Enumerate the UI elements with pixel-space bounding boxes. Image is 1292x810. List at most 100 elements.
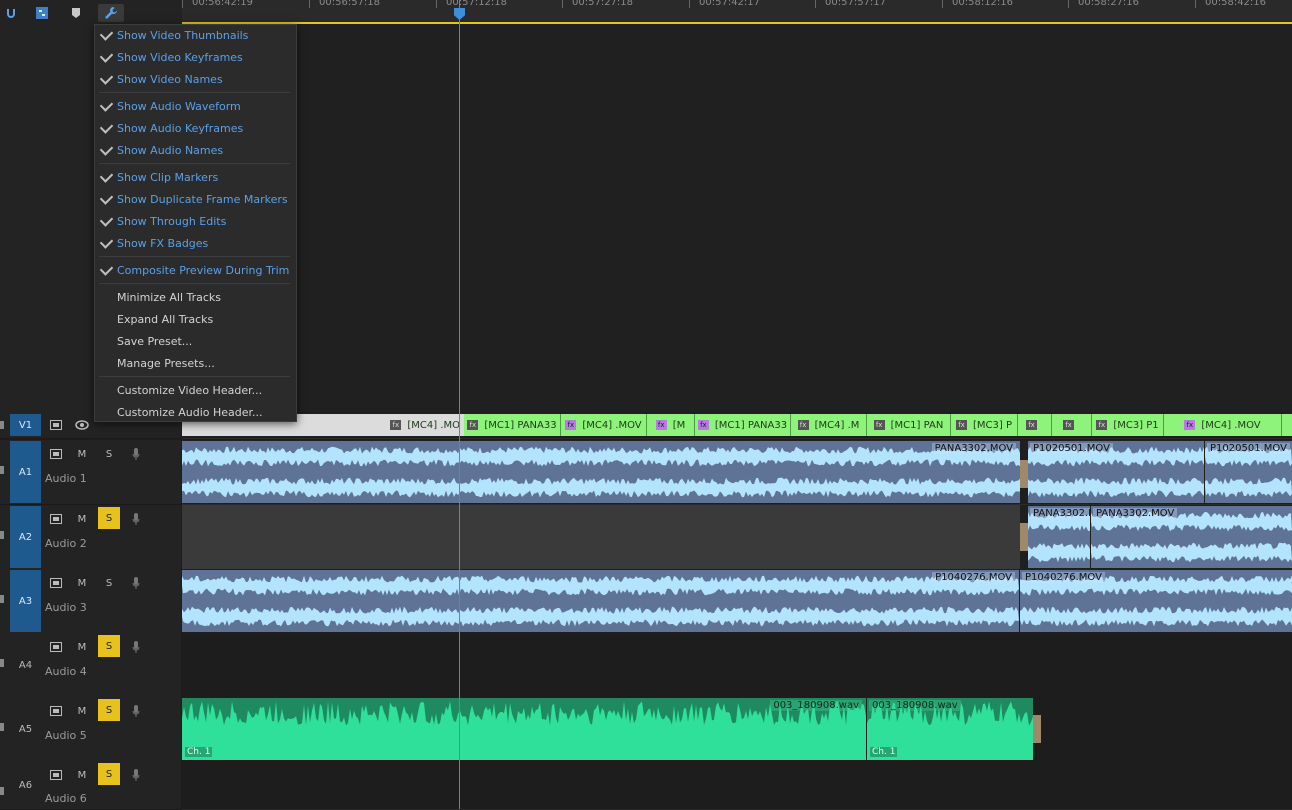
add-marker-icon[interactable] — [67, 4, 85, 22]
track-lane-a1[interactable]: PANA3302.MOV P1020501.MOV P1020501.MOV — [182, 440, 1292, 505]
solo-button[interactable]: S — [98, 699, 120, 721]
menu-item-show-through-edits[interactable]: Show Through Edits — [95, 211, 294, 233]
track-lane-v1[interactable]: fx [MC4] .MO fx [MC1] PANA33 fx [MC4] .MOV … — [182, 412, 1292, 439]
eye-icon[interactable] — [71, 414, 93, 436]
sync-lock-icon[interactable] — [45, 636, 67, 658]
microphone-icon[interactable] — [125, 636, 147, 658]
microphone-icon[interactable] — [125, 508, 147, 530]
microphone-icon[interactable] — [125, 764, 147, 786]
track-lane-a6[interactable] — [182, 761, 1292, 810]
wrench-icon[interactable] — [98, 4, 124, 22]
track-target-a4[interactable]: A4 — [10, 634, 41, 696]
empty-gap[interactable] — [182, 505, 1020, 569]
menu-item-expand-all-tracks[interactable]: Expand All Tracks — [95, 309, 294, 331]
video-clip[interactable]: fx [MC1] PANA33 — [464, 414, 561, 436]
video-clip[interactable]: fx [MC3] P — [951, 414, 1018, 436]
lock-icon[interactable] — [0, 531, 4, 539]
mute-button[interactable]: M — [71, 572, 93, 594]
track-header-a5[interactable]: A5 M S Audio 5 — [0, 697, 181, 762]
track-lane-a2[interactable]: PANA3302.M PANA3302.MOV — [182, 505, 1292, 570]
sync-lock-icon[interactable] — [45, 764, 67, 786]
track-header-a1[interactable]: A1 M S Audio 1 — [0, 440, 181, 505]
video-clip[interactable]: fx [MC1] PAN — [867, 414, 951, 436]
menu-item-show-duplicate-frame-markers[interactable]: Show Duplicate Frame Markers — [95, 189, 294, 211]
sync-lock-icon[interactable] — [45, 508, 67, 530]
sync-lock-icon[interactable] — [45, 572, 67, 594]
sync-lock-icon[interactable] — [45, 414, 67, 436]
sync-lock-icon[interactable] — [45, 443, 67, 465]
mute-button[interactable]: M — [71, 700, 93, 722]
mute-button[interactable]: M — [71, 764, 93, 786]
menu-item-show-video-names[interactable]: Show Video Names — [95, 69, 294, 91]
mute-button[interactable]: M — [71, 636, 93, 658]
audio-clip[interactable]: 003_180908.wav Ch. 1 — [182, 698, 866, 760]
playhead[interactable] — [459, 0, 460, 809]
microphone-icon[interactable] — [125, 572, 147, 594]
lock-icon[interactable] — [0, 466, 4, 474]
linked-selection-icon[interactable] — [33, 4, 51, 22]
audio-clip[interactable]: P1040276.MOV — [182, 570, 1019, 632]
track-target-a3[interactable]: A3 — [10, 570, 41, 632]
menu-item-show-fx-badges[interactable]: Show FX Badges — [95, 233, 294, 255]
lock-icon[interactable] — [0, 787, 4, 795]
clip-marker[interactable] — [1033, 715, 1041, 743]
audio-clip[interactable]: PANA3302.MOV — [1091, 506, 1292, 568]
menu-item-manage-presets[interactable]: Manage Presets... — [95, 353, 294, 375]
video-clip[interactable]: fx — [1052, 414, 1092, 436]
time-ruler[interactable]: 00:56:42:19 00:56:57:18 00:57:12:18 00:5… — [182, 0, 1292, 24]
menu-item-show-audio-keyframes[interactable]: Show Audio Keyframes — [95, 118, 294, 140]
solo-button[interactable]: S — [98, 763, 120, 785]
video-clip[interactable] — [1282, 414, 1292, 436]
menu-item-show-video-keyframes[interactable]: Show Video Keyframes — [95, 47, 294, 69]
solo-button[interactable]: S — [98, 507, 120, 529]
video-clip[interactable]: fx [MC1] PANA33 — [695, 414, 791, 436]
menu-item-composite-preview-during-trim[interactable]: Composite Preview During Trim — [95, 260, 294, 282]
sync-lock-icon[interactable] — [45, 700, 67, 722]
solo-button[interactable]: S — [98, 572, 120, 594]
lock-icon[interactable] — [0, 595, 4, 603]
audio-clip[interactable]: PANA3302.MOV — [182, 441, 1020, 503]
audio-clip[interactable]: P1040276.MOV — [1020, 570, 1292, 632]
track-target-a5[interactable]: A5 — [10, 698, 41, 760]
track-lane-a3[interactable]: P1040276.MOV P1040276.MOV — [182, 569, 1292, 634]
track-target-a6[interactable]: A6 — [10, 762, 41, 808]
video-clip[interactable]: fx [MC3] P1 — [1092, 414, 1164, 436]
menu-item-minimize-all-tracks[interactable]: Minimize All Tracks — [95, 287, 294, 309]
timeline-empty-area[interactable] — [182, 24, 1292, 412]
audio-clip[interactable]: PANA3302.M — [1028, 506, 1090, 568]
menu-item-show-video-thumbnails[interactable]: Show Video Thumbnails — [95, 25, 294, 47]
track-target-v1[interactable]: V1 — [10, 414, 41, 436]
audio-clip[interactable]: P1020501.MOV — [1028, 441, 1204, 503]
track-header-a2[interactable]: A2 M S Audio 2 — [0, 505, 181, 570]
track-header-a4[interactable]: A4 M S Audio 4 — [0, 633, 181, 698]
menu-item-show-audio-waveform[interactable]: Show Audio Waveform — [95, 96, 294, 118]
microphone-icon[interactable] — [125, 700, 147, 722]
lock-icon[interactable] — [0, 421, 4, 429]
menu-item-save-preset[interactable]: Save Preset... — [95, 331, 294, 353]
clip-marker[interactable] — [1020, 460, 1028, 488]
track-header-a3[interactable]: A3 M S Audio 3 — [0, 569, 181, 634]
mute-button[interactable]: M — [71, 443, 93, 465]
clip-marker[interactable] — [1020, 523, 1028, 551]
video-clip[interactable]: fx [M — [647, 414, 695, 436]
video-clip[interactable]: fx — [1018, 414, 1052, 436]
track-target-a2[interactable]: A2 — [10, 506, 41, 568]
menu-item-show-audio-names[interactable]: Show Audio Names — [95, 140, 294, 162]
menu-item-customize-video-header[interactable]: Customize Video Header... — [95, 380, 294, 402]
track-lane-a4[interactable] — [182, 633, 1292, 698]
video-clip[interactable]: fx [MC4] .MOV — [1164, 414, 1282, 436]
track-header-a6[interactable]: A6 M S Audio 6 — [0, 761, 181, 810]
snap-icon[interactable] — [2, 4, 20, 22]
lock-icon[interactable] — [0, 723, 4, 731]
video-clip[interactable]: fx [MC4] .MOV — [561, 414, 647, 436]
track-lane-a5[interactable]: 003_180908.wav Ch. 1 003_180908.wav Ch. … — [182, 697, 1292, 762]
track-target-a1[interactable]: A1 — [10, 441, 41, 503]
video-clip[interactable]: fx [MC4] .M — [791, 414, 867, 436]
audio-clip[interactable]: 003_180908.wav Ch. 1 — [867, 698, 1033, 760]
lock-icon[interactable] — [0, 659, 4, 667]
microphone-icon[interactable] — [125, 443, 147, 465]
solo-button[interactable]: S — [98, 443, 120, 465]
solo-button[interactable]: S — [98, 635, 120, 657]
menu-item-customize-audio-header[interactable]: Customize Audio Header... — [95, 402, 294, 424]
menu-item-show-clip-markers[interactable]: Show Clip Markers — [95, 167, 294, 189]
